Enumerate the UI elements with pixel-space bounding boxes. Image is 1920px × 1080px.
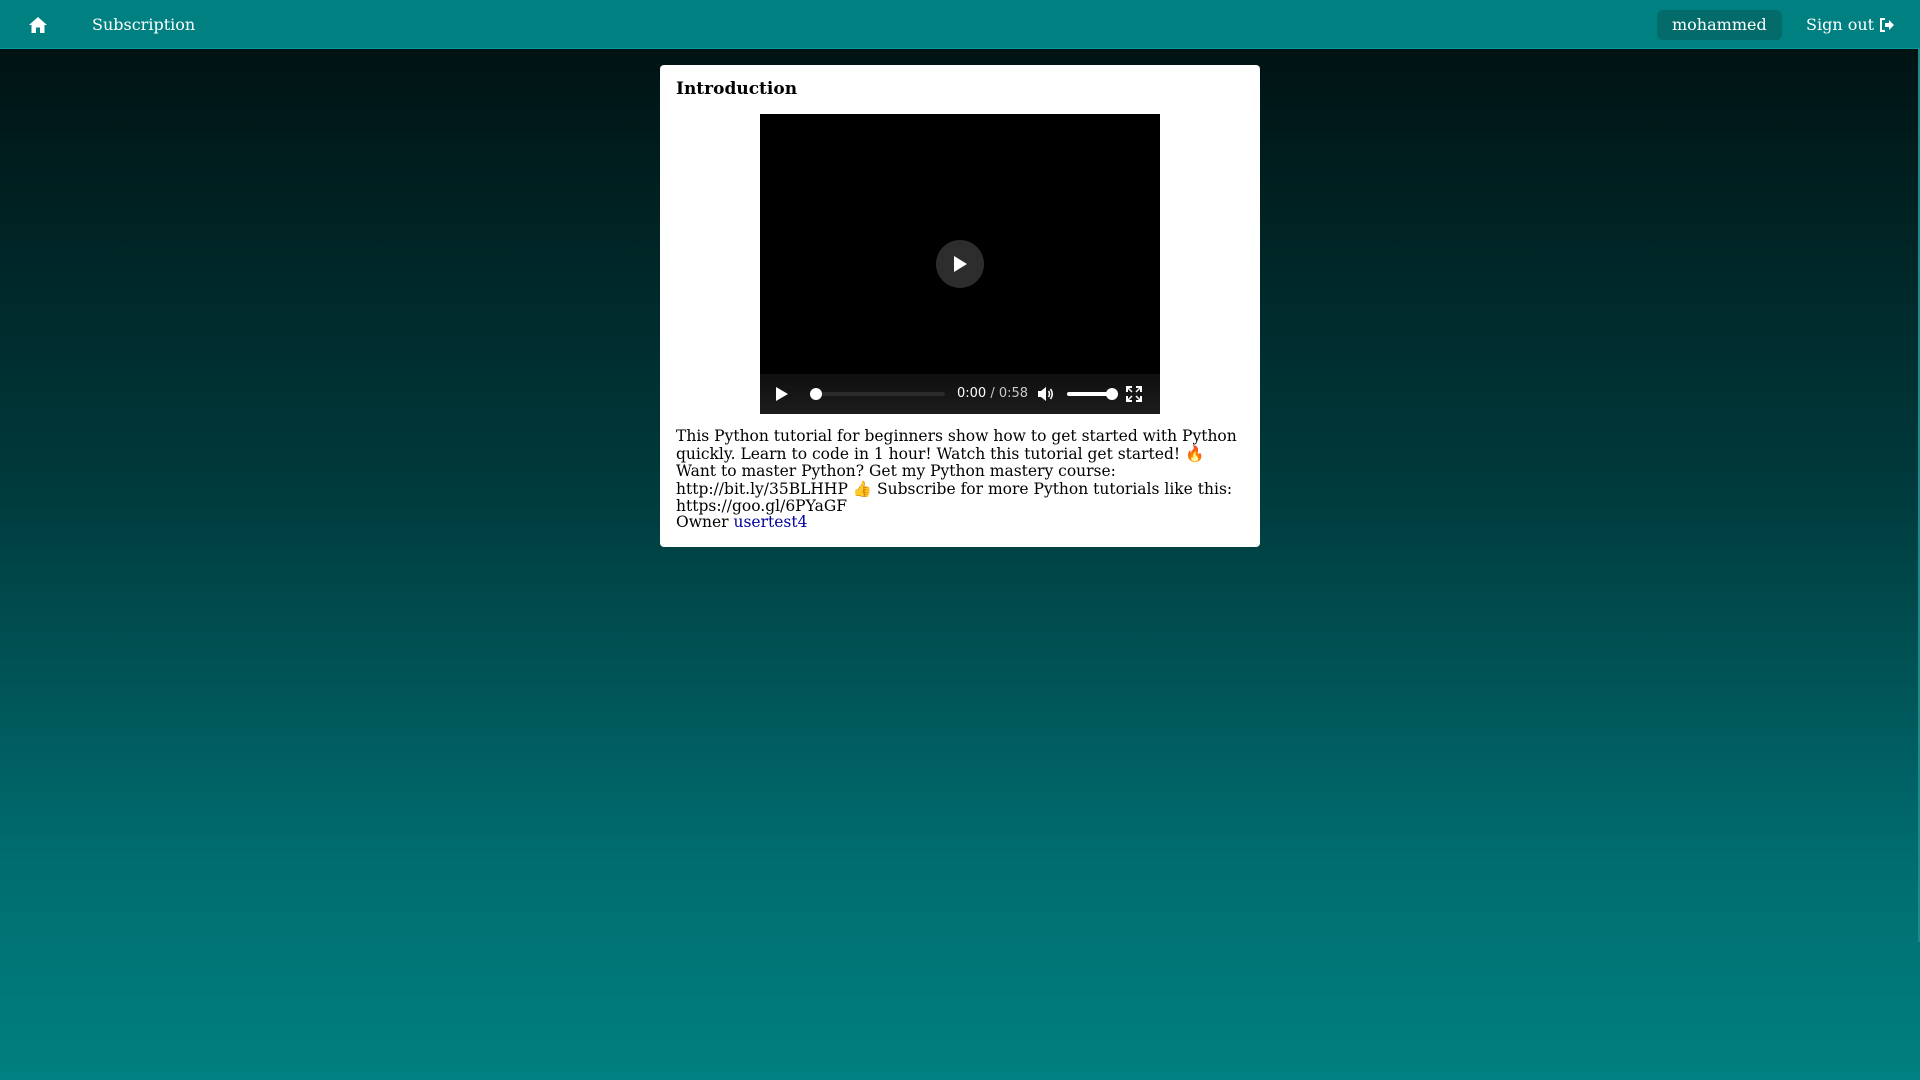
top-navbar: Subscription mohammed Sign out <box>0 0 1920 49</box>
seek-thumb[interactable] <box>810 388 822 400</box>
sign-out-icon <box>1880 17 1895 32</box>
volume-icon <box>1038 387 1054 401</box>
volume-slider[interactable] <box>1067 388 1118 400</box>
video-controls: 0:00 / 0:58 <box>760 374 1160 414</box>
nav-subscription-link[interactable]: Subscription <box>92 0 195 49</box>
volume-thumb[interactable] <box>1106 388 1118 400</box>
play-button[interactable] <box>772 384 792 404</box>
video-owner: Owner usertest4 <box>676 513 807 531</box>
home-icon <box>29 17 47 33</box>
time-separator: / <box>990 386 995 401</box>
home-button[interactable] <box>18 10 58 40</box>
play-icon <box>776 387 788 401</box>
owner-link[interactable]: usertest4 <box>733 513 807 531</box>
play-icon <box>954 256 967 272</box>
fullscreen-icon <box>1126 386 1142 402</box>
sign-out-link[interactable]: Sign out <box>1806 0 1895 49</box>
seek-slider[interactable] <box>810 388 945 400</box>
mute-button[interactable] <box>1036 384 1056 404</box>
video-card: Introduction 0:00 / 0:58 This Python tut… <box>660 65 1260 547</box>
fullscreen-button[interactable] <box>1124 384 1144 404</box>
owner-label: Owner <box>676 513 729 531</box>
duration: 0:58 <box>998 386 1029 401</box>
video-description: This Python tutorial for beginners show … <box>676 427 1237 515</box>
video-title: Introduction <box>676 79 798 99</box>
big-play-button[interactable] <box>936 240 984 288</box>
time-display: 0:00 / 0:58 <box>957 374 1028 414</box>
video-player[interactable]: 0:00 / 0:58 <box>760 114 1160 414</box>
current-time: 0:00 <box>957 386 987 401</box>
sign-out-label: Sign out <box>1806 15 1875 34</box>
username-badge[interactable]: mohammed <box>1657 10 1782 40</box>
